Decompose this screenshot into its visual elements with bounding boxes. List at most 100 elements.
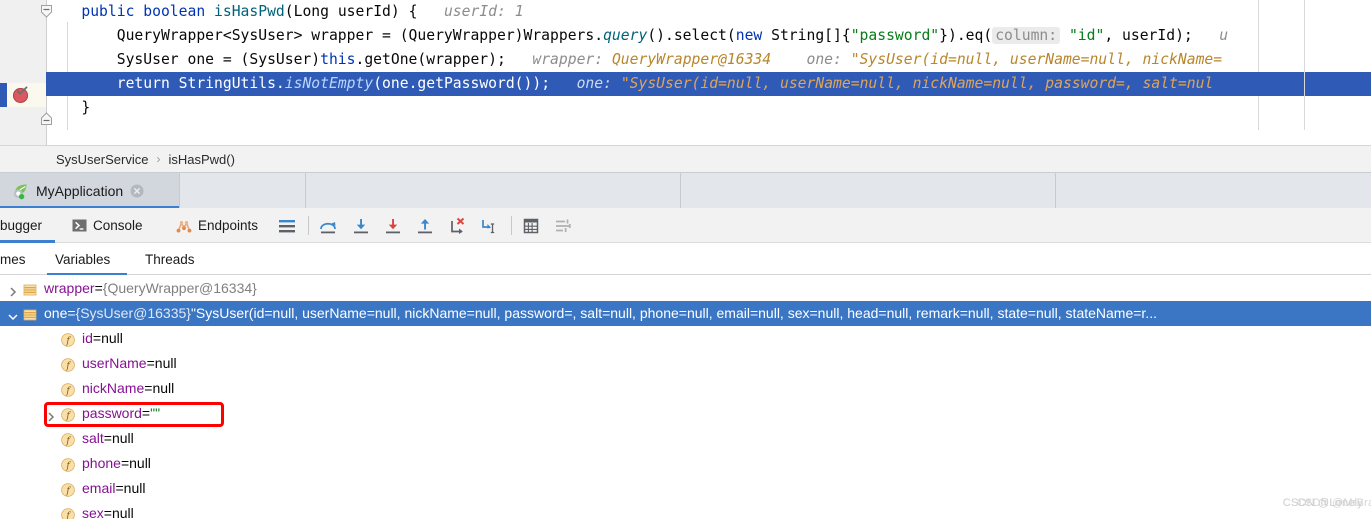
variable-name: id xyxy=(82,326,93,351)
close-icon[interactable] xyxy=(130,184,144,198)
evaluate-expression-icon[interactable] xyxy=(521,216,541,236)
variable-row-id[interactable]: fid = null xyxy=(0,326,1371,351)
variable-name: password xyxy=(82,401,142,426)
line-signature-seg-1: public xyxy=(81,3,134,20)
line-getone[interactable]: SysUser one = (SysUser)this.getOne(wrapp… xyxy=(46,48,1222,72)
line-querywrapper-seg-0: QueryWrapper<SysUser> wrapper = (QueryWr… xyxy=(46,27,603,44)
variable-row-salt[interactable]: fsalt = null xyxy=(0,426,1371,451)
line-getone-seg-5: one: xyxy=(771,51,851,68)
drop-frame-icon[interactable] xyxy=(447,216,467,236)
run-to-cursor-icon[interactable] xyxy=(479,216,499,236)
tree-arrow-placeholder xyxy=(44,457,58,471)
tree-arrow-placeholder xyxy=(44,357,58,371)
line-querywrapper-seg-8 xyxy=(1060,27,1069,44)
tab-debugger[interactable]: bugger xyxy=(0,208,55,243)
variable-value: null xyxy=(112,501,134,519)
vertical-split-guide xyxy=(1258,0,1259,130)
line-closebrace[interactable]: } xyxy=(46,96,90,120)
variable-equals: = xyxy=(67,301,75,326)
tab-threads-label: Threads xyxy=(145,252,195,267)
line-signature-seg-4 xyxy=(205,3,214,20)
breadcrumb-method[interactable]: isHasPwd() xyxy=(168,152,234,167)
field-icon: f xyxy=(60,406,76,422)
tab-frames[interactable]: mes xyxy=(0,243,38,275)
variables-tree[interactable]: wrapper = {QueryWrapper@16334} one = {Sy… xyxy=(0,276,1371,519)
force-step-into-icon[interactable] xyxy=(383,216,403,236)
tree-arrow-placeholder xyxy=(44,432,58,446)
line-querywrapper[interactable]: QueryWrapper<SysUser> wrapper = (QueryWr… xyxy=(46,24,1228,48)
line-return-seg-3: one: xyxy=(550,75,621,92)
line-return-seg-4: "SysUser(id=null, userName=null, nickNam… xyxy=(621,75,1213,92)
tab-divider xyxy=(680,173,681,209)
tab-variables-underline xyxy=(47,273,127,275)
step-out-icon[interactable] xyxy=(415,216,435,236)
editor-hscrollbar-track[interactable] xyxy=(47,130,1371,143)
run-tab-bar: MyApplication xyxy=(0,172,1371,208)
line-querywrapper-seg-7: column: xyxy=(992,27,1060,44)
line-querywrapper-seg-2: ().select( xyxy=(647,27,735,44)
field-icon: f xyxy=(60,381,76,397)
tree-arrow-placeholder xyxy=(44,382,58,396)
line-querywrapper-seg-10: , userId); xyxy=(1104,27,1192,44)
tab-variables-label: Variables xyxy=(55,252,110,267)
variable-row-userName[interactable]: fuserName = null xyxy=(0,351,1371,376)
variable-row-nickName[interactable]: fnickName = null xyxy=(0,376,1371,401)
line-getone-seg-0: SysUser one = (SysUser) xyxy=(46,51,320,68)
tab-endpoints[interactable]: Endpoints xyxy=(176,208,258,243)
variable-equals: = xyxy=(142,401,150,426)
field-icon: f xyxy=(60,456,76,472)
tree-arrow-placeholder xyxy=(44,482,58,496)
line-querywrapper-seg-11: u xyxy=(1193,27,1228,44)
current-line-caret-strip xyxy=(0,83,7,107)
variable-row-sex[interactable]: fsex = null xyxy=(0,501,1371,519)
line-signature-seg-2 xyxy=(134,3,143,20)
variable-row-password[interactable]: fpassword = "" xyxy=(0,401,1371,426)
local-variable-icon xyxy=(22,306,38,322)
variable-row-one[interactable]: one = {SysUser@16335} "SysUser(id=null, … xyxy=(0,301,1371,326)
variable-equals: = xyxy=(121,451,129,476)
line-return[interactable]: return StringUtils.isNotEmpty(one.getPas… xyxy=(46,72,1371,96)
line-signature[interactable]: public boolean isHasPwd(Long userId) { u… xyxy=(46,0,524,24)
chevron-right-icon[interactable] xyxy=(6,282,20,296)
line-querywrapper-seg-4: String[]{ xyxy=(762,27,850,44)
line-signature-seg-3: boolean xyxy=(143,3,205,20)
show-execution-point-icon[interactable] xyxy=(277,216,297,236)
line-querywrapper-seg-6: }).eq( xyxy=(939,27,992,44)
chevron-right-icon[interactable] xyxy=(44,407,58,421)
variable-equals: = xyxy=(144,376,152,401)
run-configuration-tab[interactable]: MyApplication xyxy=(0,173,179,209)
line-querywrapper-seg-5: "password" xyxy=(851,27,939,44)
chevron-down-icon[interactable] xyxy=(6,307,20,321)
line-querywrapper-seg-9: "id" xyxy=(1069,27,1104,44)
tab-frames-label: mes xyxy=(0,252,26,267)
field-icon: f xyxy=(60,356,76,372)
layout-settings-icon[interactable] xyxy=(553,216,573,236)
variable-equals: = xyxy=(104,426,112,451)
tab-divider xyxy=(305,173,306,209)
variable-row-phone[interactable]: fphone = null xyxy=(0,451,1371,476)
line-getone-seg-4: QueryWrapper@16334 xyxy=(612,51,771,68)
tab-divider xyxy=(1055,173,1056,209)
variable-reference: {SysUser@16335} xyxy=(76,301,191,326)
code-editor[interactable]: public boolean isHasPwd(Long userId) { u… xyxy=(0,0,1371,145)
breadcrumb: SysUserService › isHasPwd() xyxy=(0,145,1371,172)
line-getone-seg-2: .getOne(wrapper); xyxy=(356,51,506,68)
tab-console[interactable]: Console xyxy=(72,208,143,243)
tab-variables[interactable]: Variables xyxy=(55,243,110,275)
variable-name: wrapper xyxy=(44,276,95,301)
breakpoint-icon[interactable] xyxy=(13,88,28,103)
debug-toolbar: bugger Console xyxy=(0,208,1371,243)
line-return-seg-2: (one.getPassword()); xyxy=(373,75,550,92)
variable-row-email[interactable]: femail = null xyxy=(0,476,1371,501)
variable-value: null xyxy=(155,351,177,376)
line-querywrapper-seg-1: query xyxy=(603,27,647,44)
step-over-icon[interactable] xyxy=(318,216,338,236)
variable-name: phone xyxy=(82,451,121,476)
tree-arrow-placeholder xyxy=(44,507,58,519)
variable-row-wrapper[interactable]: wrapper = {QueryWrapper@16334} xyxy=(0,276,1371,301)
editor-code-area[interactable]: public boolean isHasPwd(Long userId) { u… xyxy=(46,0,1371,145)
line-signature-seg-6: (Long userId) { xyxy=(285,3,418,20)
step-into-icon[interactable] xyxy=(351,216,371,236)
breadcrumb-class[interactable]: SysUserService xyxy=(56,152,148,167)
tab-threads[interactable]: Threads xyxy=(145,243,195,275)
